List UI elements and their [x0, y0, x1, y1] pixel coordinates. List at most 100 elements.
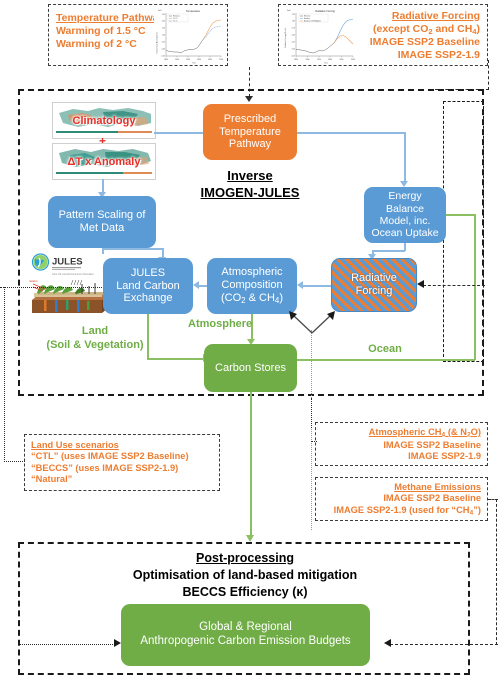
svg-text:1900: 1900 [175, 59, 179, 61]
svg-text:0.00: 0.00 [292, 49, 295, 51]
connector-ocean-to-carbon-stores [297, 359, 475, 361]
ebm-line3: Ocean Uptake [371, 227, 439, 240]
pattern-scaling-line1: Pattern Scaling of [58, 209, 146, 222]
pattern-scaling-line2: Met Data [79, 222, 125, 234]
radiative-forcing-line1: Radiative [351, 272, 397, 285]
temperature-pathway-note-text: Temperature Pathway Warming of 1.5 °C Wa… [56, 12, 164, 50]
radiative-forcing-note-line1: (except CO2 and CH4) [372, 22, 480, 36]
post-processing-line2: BECCS Efficiency (κ) [182, 584, 308, 599]
svg-text:0.25: 0.25 [292, 42, 295, 44]
connector-land-h [147, 358, 204, 360]
connector-rf-to-atmos-comp [303, 285, 331, 287]
connector-left-into-budgets [20, 644, 115, 645]
methane-emissions-note: Methane Emissions IMAGE SSP2 Baseline IM… [315, 477, 488, 521]
prescribed-temperature-pathway-box: Prescribed Temperature Pathway [203, 104, 297, 160]
energy-balance-model-box: Energy Balance Model, inc. Ocean Uptake [364, 187, 446, 243]
emission-budgets-line1: Global & Regional [199, 621, 292, 634]
svg-text:1950: 1950 [186, 59, 190, 61]
svg-text:-0.25: -0.25 [291, 56, 295, 58]
arrowhead-rf-to-atmos-comp [297, 281, 303, 289]
arrowhead-carbon-stores-to-postprocessing [246, 535, 254, 542]
jules-box-line3: Exchange [123, 292, 173, 305]
temperature-inset-chart: Temperature 1e0 1850 1900 1950 2000 2050 21… [154, 8, 224, 64]
svg-text:1900: 1900 [306, 59, 310, 61]
svg-text:1950: 1950 [317, 59, 321, 61]
svg-text:1850: 1850 [294, 59, 298, 61]
svg-text:2.00: 2.00 [162, 21, 165, 23]
svg-text:1.50: 1.50 [162, 28, 165, 30]
carbon-stores-label: Carbon Stores [215, 361, 286, 374]
radiative-forcing-subframe [443, 101, 484, 362]
svg-text:2050: 2050 [208, 59, 212, 61]
radiative-forcing-note-line2: IMAGE SSP2 Baseline [369, 35, 480, 48]
post-processing-line1: Optimisation of land-based mitigation [132, 567, 358, 582]
atmos-comp-line3: (CO2 & CH4) [221, 292, 283, 306]
atmosphere-flow-label: Atmosphere [188, 318, 253, 330]
connector-ebm-ocean-h [446, 214, 475, 216]
svg-text:-0.50: -0.50 [161, 56, 165, 58]
connector-prescribed-to-maps [154, 132, 203, 134]
anomaly-map: ΔT x Anomaly [52, 143, 156, 180]
climatology-map-label: Climatology [72, 114, 136, 127]
prescribed-line-1: Prescribed [223, 112, 277, 125]
svg-text:0.00: 0.00 [162, 49, 165, 51]
ebm-line2: Model, inc. [379, 215, 431, 227]
connector-rf-note-down [488, 60, 489, 90]
land-use-note-text: Land Use scenarios “CTL” (uses IMAGE SSP… [31, 440, 189, 485]
pattern-scaling-box: Pattern Scaling of Met Data [48, 196, 156, 248]
svg-text:0.50: 0.50 [292, 35, 295, 37]
svg-text:0.50: 0.50 [162, 42, 165, 44]
methane-note-text: Methane Emissions IMAGE SSP2 Baseline IM… [334, 482, 481, 518]
connector-landuse-left-h [4, 461, 25, 462]
svg-text:2100: 2100 [219, 59, 223, 61]
atmospheric-composition-box: Atmospheric Composition (CO2 & CH4) [207, 258, 297, 314]
svg-text:2000: 2000 [197, 59, 201, 61]
svg-text:1.00: 1.00 [162, 35, 165, 37]
land-use-note-line1: “CTL” (uses IMAGE SSP2 Baseline) [31, 451, 189, 462]
carbon-stores-box: Carbon Stores [204, 344, 297, 392]
connector-ebm-to-rf-h [372, 250, 405, 252]
post-processing-title-block: Post-processing Optimisation of land-bas… [60, 550, 430, 601]
svg-text:1.25: 1.25 [292, 14, 295, 16]
land-flow-label-line2: (Soil & Vegetation) [46, 338, 144, 351]
atmos-comp-line2: Composition [221, 279, 283, 292]
radiative-forcing-inset-chart: Radiative Forcing 1e0 1850 1900 1950 2000 … [282, 8, 356, 64]
methane-note-line1: IMAGE SSP2 Baseline [383, 493, 481, 504]
svg-text:1850: 1850 [164, 59, 168, 61]
temperature-pathway-note-title: Temperature Pathway [56, 12, 165, 24]
arrowhead-left-into-budgets [114, 639, 121, 647]
ch4-note-text: Atmospheric CH4 (& N2O) IMAGE SSP2 Basel… [369, 427, 481, 463]
svg-text:1.00: 1.00 [292, 21, 295, 23]
atmospheric-ch4-note: Atmospheric CH4 (& N2O) IMAGE SSP2 Basel… [315, 422, 488, 466]
connector-maps-to-pattern-scaling [102, 179, 104, 193]
arrowhead-external-rf-into-box [417, 280, 424, 288]
emission-budgets-line2: Anthropogenic Carbon Emission Budgets [140, 635, 351, 647]
connector-temp-note-to-prescribed [249, 67, 250, 97]
land-use-note-title: Land Use scenarios [31, 440, 119, 450]
svg-text:Year: Year [324, 63, 328, 65]
inverse-imogen-jules-title: Inverse IMOGEN-JULES [185, 168, 315, 202]
land-flow-label-line1: Land [81, 325, 109, 337]
connector-pattern-to-jules-h [102, 248, 163, 250]
ch4-note-title: Atmospheric CH4 (& N2O) [368, 427, 481, 439]
inverse-title-line1: Inverse [227, 168, 273, 183]
connector-ch4-note-v [311, 398, 312, 428]
post-processing-title: Post-processing [196, 551, 294, 565]
ebm-line1: Energy Balance [386, 190, 424, 215]
connector-external-rf-into-box [423, 285, 485, 286]
svg-text:radiation: radiation [29, 280, 38, 283]
svg-text:Radiative Forcing: Radiative Forcing [315, 10, 335, 13]
radiative-forcing-note-line3: IMAGE SSP2-1.9 [397, 48, 480, 61]
radiative-forcing-note: Radiative Forcing 1e0 1850 1900 1950 2000 … [278, 4, 488, 66]
methane-note-line2: IMAGE SSP2-1.9 (used for “CH4”) [333, 504, 481, 517]
radiative-forcing-note-text: Radiative Forcing (except CO2 and CH4) I… [370, 10, 480, 61]
connector-landuse-left-v [4, 287, 5, 462]
svg-text:Temperature: Temperature [186, 10, 201, 13]
grey-branch-arrows [289, 311, 335, 334]
land-use-note-line2: “BECCS” (uses IMAGE SSP2-1.9) [31, 462, 179, 473]
jules-logo-graphic: JULES Joint UK Land Environment Simulato… [27, 252, 113, 316]
arrowhead-atmos-to-jules [193, 281, 199, 289]
inverse-title-line2: IMOGEN-JULES [200, 184, 300, 200]
temperature-pathway-note: Temperature Pathway Warming of 1.5 °C Wa… [48, 4, 228, 66]
connector-prescribed-to-ebm-v [404, 132, 406, 182]
